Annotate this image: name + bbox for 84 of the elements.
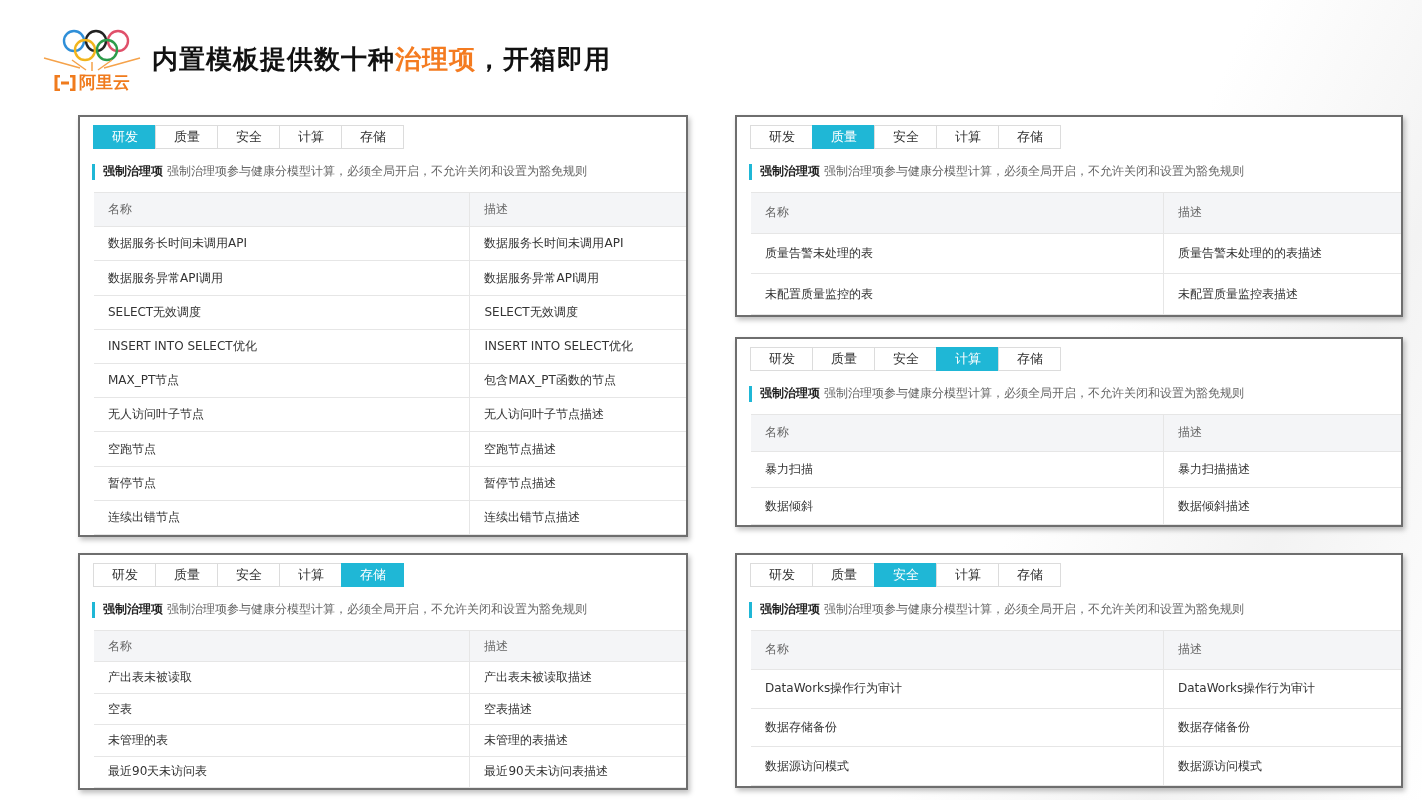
column-header: 名称 — [764, 641, 790, 659]
table-cell-text: SELECT无效调度 — [107, 303, 203, 321]
column-header: 描述 — [1163, 193, 1401, 233]
column-header: 描述 — [469, 193, 686, 227]
tab[interactable]: 质量 — [812, 563, 875, 587]
notice-text: 强制治理项 强制治理项参与健康分模型计算，必须全局开启，不允许关闭和设置为豁免规则 — [760, 385, 1244, 402]
table-cell-text: 最近90天未访问表 — [107, 763, 209, 781]
table-cell-text: 未配置质量监控的表 — [764, 285, 874, 303]
table-cell-text: 数据服务长时间未调用API — [107, 235, 248, 253]
tab[interactable]: 安全 — [874, 125, 937, 149]
column-header: 描述 — [1163, 631, 1401, 669]
tab[interactable]: 存储 — [341, 125, 404, 149]
table-cell-text: DataWorks操作行为审计 — [764, 680, 904, 698]
column-header: 名称 — [107, 637, 133, 655]
tab[interactable]: 研发 — [750, 563, 813, 587]
table-cell: 空跑节点描述 — [469, 432, 686, 466]
tab[interactable]: 存储 — [998, 125, 1061, 149]
table-cell: DataWorks操作行为审计 — [1163, 669, 1401, 708]
table-cell: 数据服务异常API调用 — [469, 261, 686, 295]
table-cell-text: 数据服务异常API调用 — [107, 269, 224, 287]
table-cell: 连续出错节点描述 — [469, 500, 686, 535]
tab[interactable]: 计算 — [936, 563, 999, 587]
table-cell-text: 数据存储备份 — [764, 718, 838, 736]
tab[interactable]: 计算 — [936, 125, 999, 149]
table-cell-text: 暂停节点 — [107, 474, 157, 492]
table-cell-text: 产出表未被读取 — [107, 669, 193, 687]
table-cell: 产出表未被读取描述 — [469, 662, 686, 693]
notice-text: 强制治理项 强制治理项参与健康分模型计算，必须全局开启，不允许关闭和设置为豁免规则 — [760, 601, 1244, 618]
tab[interactable]: 研发 — [750, 347, 813, 371]
table-cell: 空表描述 — [469, 693, 686, 725]
table-cell: 数据服务长时间未调用API — [469, 227, 686, 261]
notice-text: 强制治理项 强制治理项参与健康分模型计算，必须全局开启，不允许关闭和设置为豁免规则 — [760, 163, 1244, 180]
table-cell: 数据存储备份 — [1163, 708, 1401, 747]
table-cell: 数据倾斜描述 — [1163, 488, 1401, 524]
table-cell-text: INSERT INTO SELECT优化 — [107, 337, 258, 355]
tab[interactable]: 安全 — [217, 125, 280, 149]
table-cell-text: 质量告警未处理的表 — [764, 245, 874, 262]
table-cell-text: 暴力扫描 — [764, 461, 814, 478]
table-cell-text: 数据源访问模式 — [764, 757, 850, 775]
slide-title: 内置模板提供数十种治理项，开箱即用 — [152, 43, 611, 76]
table-cell: 未配置质量监控表描述 — [1163, 274, 1401, 314]
column-header: 名称 — [764, 204, 790, 222]
tab[interactable]: 研发 — [93, 563, 156, 587]
tab[interactable]: 研发 — [750, 125, 813, 149]
column-header: 描述 — [1163, 415, 1401, 451]
column-header: 描述 — [469, 631, 686, 662]
accent-bar — [749, 601, 752, 618]
table-cell-text: 未管理的表 — [107, 731, 169, 749]
accent-bar — [92, 163, 95, 180]
rings-logo-icon — [42, 28, 142, 72]
tab[interactable]: 质量 — [155, 125, 218, 149]
table-cell-text: 连续出错节点 — [107, 508, 181, 526]
table-cell-text: 无人访问叶子节点 — [107, 406, 205, 424]
tab[interactable]: 质量 — [155, 563, 218, 587]
logo-text: 阿里云 — [79, 74, 130, 91]
column-header: 名称 — [107, 201, 133, 219]
tab[interactable]: 存储 — [998, 347, 1061, 371]
tab[interactable]: 质量 — [812, 347, 875, 371]
accent-bar — [92, 601, 95, 618]
tab[interactable]: 安全 — [874, 347, 937, 371]
table-cell: INSERT INTO SELECT优化 — [469, 329, 686, 363]
tab[interactable]: 安全 — [217, 563, 280, 587]
table-cell: 质量告警未处理的的表描述 — [1163, 233, 1401, 274]
accent-bar — [749, 163, 752, 180]
table-cell: 无人访问叶子节点描述 — [469, 398, 686, 432]
table-cell-text: 数据倾斜 — [764, 497, 814, 515]
bracket-logo-icon — [54, 74, 76, 91]
table-cell: 暴力扫描描述 — [1163, 451, 1401, 488]
notice-text: 强制治理项 强制治理项参与健康分模型计算，必须全局开启，不允许关闭和设置为豁免规则 — [103, 163, 587, 180]
tab[interactable]: 计算 — [279, 563, 342, 587]
table-cell: 最近90天未访问表描述 — [469, 756, 686, 788]
table-cell: 暂停节点描述 — [469, 466, 686, 500]
table-cell: 未管理的表描述 — [469, 725, 686, 756]
accent-bar — [749, 385, 752, 402]
table-cell: 包含MAX_PT函数的节点 — [469, 364, 686, 398]
table-cell: SELECT无效调度 — [469, 295, 686, 329]
tab[interactable]: 计算 — [279, 125, 342, 149]
column-header: 名称 — [764, 424, 790, 442]
tab[interactable]: 存储 — [998, 563, 1061, 587]
notice-text: 强制治理项 强制治理项参与健康分模型计算，必须全局开启，不允许关闭和设置为豁免规则 — [103, 601, 587, 618]
table-cell-text: 空表 — [107, 700, 133, 718]
table-cell-text: MAX_PT节点 — [107, 372, 181, 390]
table-cell-text: 空跑节点 — [107, 440, 157, 458]
table-cell: 数据源访问模式 — [1163, 747, 1401, 785]
